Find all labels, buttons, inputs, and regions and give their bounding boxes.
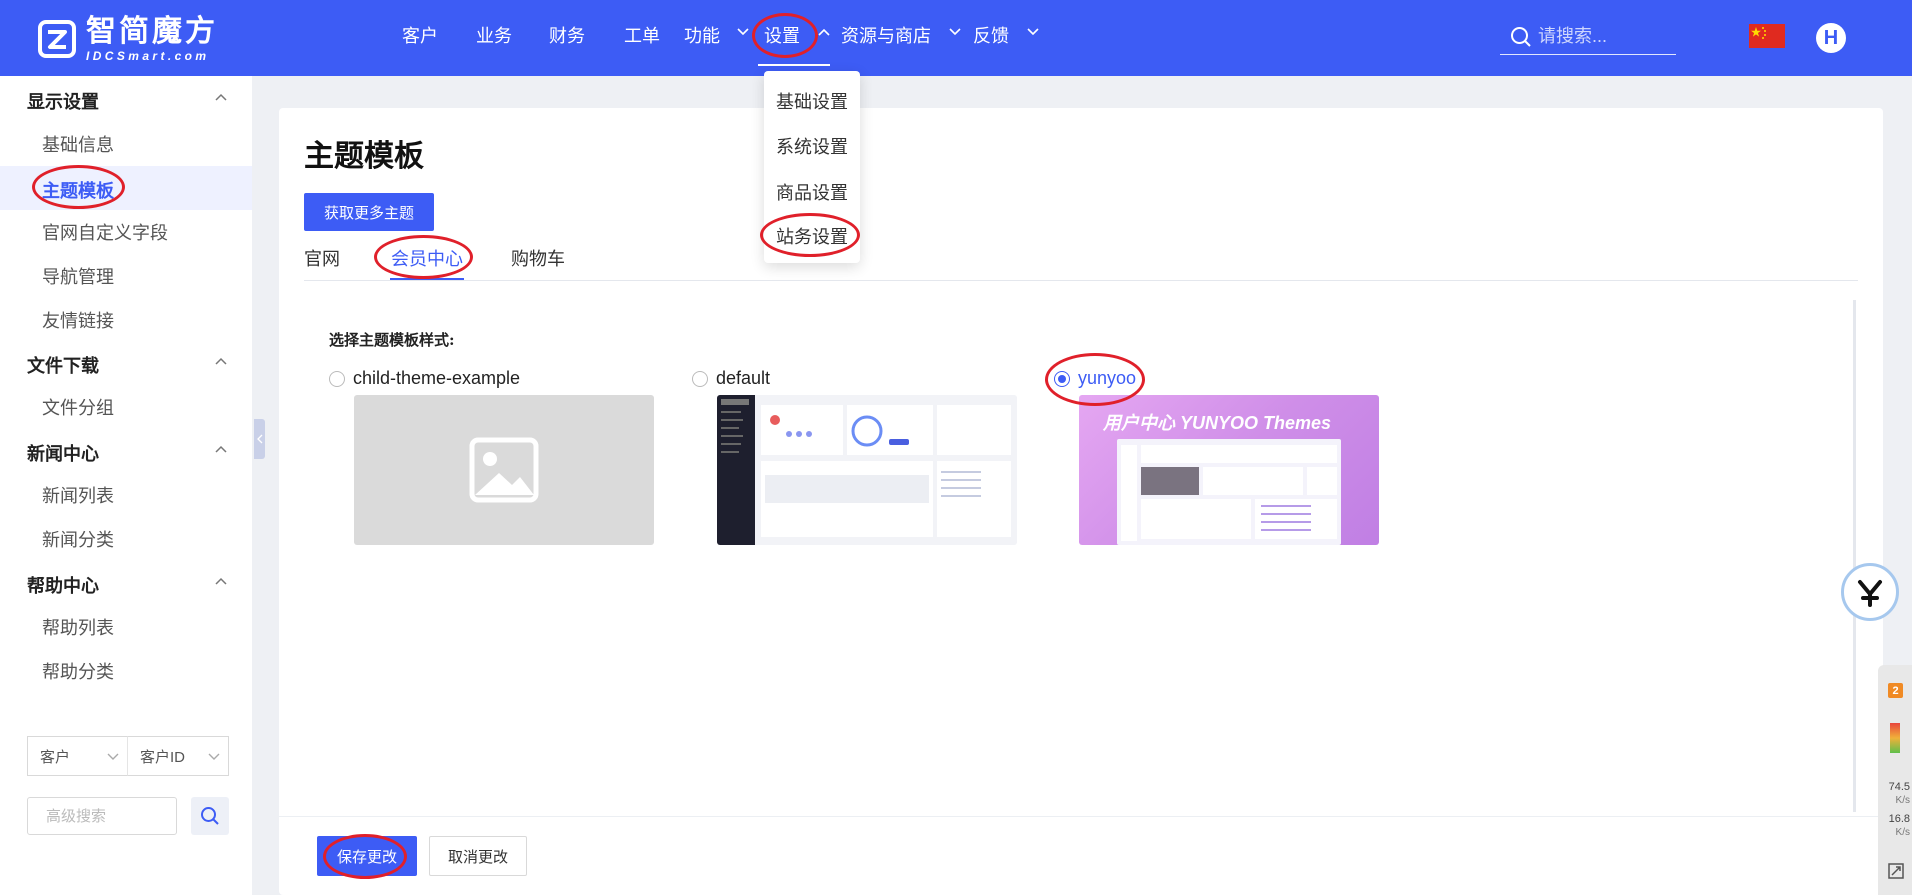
customer-field-select[interactable]: 客户ID <box>127 736 229 776</box>
chevron-down-icon <box>107 753 119 760</box>
nav-item-finance[interactable]: 财务 <box>549 22 585 48</box>
search-icon[interactable] <box>1510 26 1532 48</box>
chevron-up-icon[interactable] <box>215 445 227 453</box>
save-changes-button[interactable]: 保存更改 <box>317 836 417 876</box>
theme-name-default: default <box>716 368 771 388</box>
sidebar-item-news-categories[interactable]: 新闻分类 <box>42 526 114 552</box>
sidebar-group-help[interactable]: 帮助中心 <box>27 572 99 598</box>
advanced-search-button[interactable] <box>191 797 229 835</box>
theme-thumbnail-default[interactable] <box>717 395 1017 545</box>
cancel-changes-button[interactable]: 取消更改 <box>429 836 527 876</box>
customer-type-select[interactable]: 客户 <box>27 736 128 776</box>
theme-radio-default[interactable] <box>692 370 708 387</box>
footer-divider <box>279 816 1883 817</box>
brand-logo[interactable]: 智简魔方 IDCSmart.com <box>38 14 218 63</box>
nav-active-underline <box>758 64 830 66</box>
chevron-up-icon[interactable] <box>818 28 830 36</box>
tabs-divider <box>304 280 1858 281</box>
sidebar-item-theme-template[interactable]: 主题模板 <box>42 177 114 203</box>
sidebar-item-friend-links[interactable]: 友情链接 <box>42 307 114 333</box>
tab-cart[interactable]: 购物车 <box>511 245 565 271</box>
search-icon <box>201 807 219 825</box>
theme-radio-yunyoo[interactable] <box>1054 370 1070 387</box>
customer-type-select-value: 客户 <box>40 748 71 766</box>
sidebar-item-news-list[interactable]: 新闻列表 <box>42 482 114 508</box>
chevron-left-icon <box>256 434 262 444</box>
sidebar-item-navigation[interactable]: 导航管理 <box>42 263 114 289</box>
sidebar: 显示设置 基础信息 主题模板 官网自定义字段 导航管理 友情链接 文件下载 文件… <box>0 76 252 895</box>
default-theme-preview-image <box>717 395 1017 545</box>
page-title: 主题模板 <box>304 140 424 173</box>
chevron-down-icon[interactable] <box>737 28 749 36</box>
sidebar-item-help-categories[interactable]: 帮助分类 <box>42 658 114 684</box>
theme-thumbnail-yunyoo[interactable]: 用户中心 YUNYOO Themes <box>1079 395 1379 545</box>
sidebar-group-downloads[interactable]: 文件下载 <box>27 352 99 378</box>
theme-radio-child[interactable] <box>329 370 345 387</box>
tab-member-center[interactable]: 会员中心 <box>391 245 463 271</box>
monitor-badge: 2 <box>1888 683 1903 698</box>
theme-thumbnail-child[interactable] <box>354 395 654 545</box>
chevron-down-icon[interactable] <box>949 28 961 36</box>
dropdown-item-system-settings[interactable]: 系统设置 <box>764 133 860 159</box>
sidebar-item-custom-fields[interactable]: 官网自定义字段 <box>42 219 168 245</box>
tab-active-underline <box>390 278 464 280</box>
dropdown-item-basic-settings[interactable]: 基础设置 <box>764 88 860 114</box>
nav-item-customers[interactable]: 客户 <box>402 22 438 48</box>
sidebar-item-basic-info[interactable]: 基础信息 <box>42 131 114 157</box>
chevron-up-icon[interactable] <box>215 577 227 585</box>
assistant-bot-icon[interactable] <box>1841 563 1899 621</box>
logo-icon <box>38 20 76 58</box>
theme-option-default[interactable]: default <box>692 368 770 389</box>
nav-item-features[interactable]: 功能 <box>684 22 720 48</box>
customer-field-select-value: 客户ID <box>140 748 186 766</box>
nav-item-feedback[interactable]: 反馈 <box>973 22 1009 48</box>
nav-item-business[interactable]: 业务 <box>476 22 512 48</box>
chevron-up-icon[interactable] <box>215 93 227 101</box>
chevron-down-icon <box>208 753 220 760</box>
network-monitor-widget[interactable]: 2 74.5 K/s 16.8 K/s <box>1878 665 1912 895</box>
image-placeholder-icon <box>469 437 539 503</box>
nav-item-settings[interactable]: 设置 <box>764 22 800 48</box>
yunyoo-theme-preview-image <box>1117 439 1341 545</box>
user-avatar[interactable]: H <box>1816 23 1846 53</box>
tab-website[interactable]: 官网 <box>304 245 340 271</box>
search-input[interactable] <box>1538 26 1668 47</box>
sidebar-group-news[interactable]: 新闻中心 <box>27 440 99 466</box>
chevron-down-icon[interactable] <box>1027 28 1039 36</box>
dropdown-item-product-settings[interactable]: 商品设置 <box>764 179 860 205</box>
theme-name-child: child-theme-example <box>353 368 521 388</box>
settings-dropdown-menu: 基础设置 系统设置 商品设置 站务设置 <box>764 71 860 263</box>
sidebar-item-file-groups[interactable]: 文件分组 <box>42 394 114 420</box>
sidebar-collapse-handle[interactable] <box>254 419 265 459</box>
monitor-level-bar <box>1890 723 1900 753</box>
upload-speed: 74.5 <box>1888 781 1910 793</box>
download-speed-unit: K/s <box>1895 827 1910 838</box>
china-flag-icon[interactable] <box>1749 24 1785 48</box>
dropdown-item-site-settings[interactable]: 站务设置 <box>764 223 860 249</box>
brand-subtitle: IDCSmart.com <box>86 48 210 63</box>
global-search <box>1500 19 1676 55</box>
theme-option-child[interactable]: child-theme-example <box>329 368 520 389</box>
content-scrollbar[interactable] <box>1853 300 1856 812</box>
top-navbar: 智简魔方 IDCSmart.com 客户 业务 财务 工单 功能 设置 资源与商… <box>0 0 1912 76</box>
brand-name: 智简魔方 <box>86 14 218 48</box>
upload-speed-unit: K/s <box>1895 795 1910 806</box>
expand-icon[interactable] <box>1888 863 1904 879</box>
sidebar-group-display-settings[interactable]: 显示设置 <box>27 88 99 114</box>
advanced-search-input[interactable] <box>27 797 177 835</box>
sidebar-active-highlight <box>0 166 252 210</box>
theme-name-yunyoo: yunyoo <box>1078 368 1137 388</box>
nav-item-tickets[interactable]: 工单 <box>624 22 660 48</box>
sidebar-item-help-list[interactable]: 帮助列表 <box>42 614 114 640</box>
nav-item-resources-store[interactable]: 资源与商店 <box>841 22 931 48</box>
download-speed: 16.8 <box>1888 813 1910 825</box>
chevron-up-icon[interactable] <box>215 357 227 365</box>
get-more-themes-button[interactable]: 获取更多主题 <box>304 193 434 231</box>
theme-option-yunyoo[interactable]: yunyoo <box>1054 368 1136 389</box>
theme-section-label: 选择主题模板样式: <box>329 331 455 349</box>
